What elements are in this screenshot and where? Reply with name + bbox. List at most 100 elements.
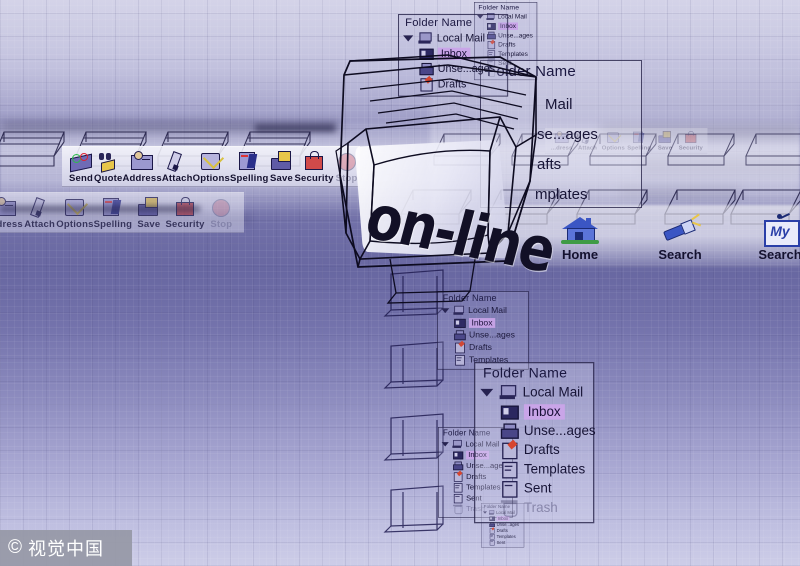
save-icon [657, 130, 673, 144]
folder-panel-header: Folder Name [477, 4, 533, 12]
toolbar-button-send[interactable]: Send [68, 150, 94, 184]
quote-icon [95, 150, 121, 172]
browser-nav-bar[interactable]: Home Search My Search [545, 215, 800, 262]
toolbar-label: Quote [94, 173, 122, 184]
folder-item-trash: Trash [524, 500, 558, 515]
toolbar-button-options[interactable]: Options [193, 150, 230, 184]
folder-root-label: Local Mail [468, 305, 507, 315]
folder-item-templates[interactable]: Templates [524, 461, 585, 476]
options-check-icon [198, 150, 224, 172]
inbox-icon [454, 318, 465, 327]
toolbar-label: Attach [162, 173, 193, 184]
my-search-icon: My [758, 215, 800, 245]
disclosure-triangle-icon[interactable] [441, 308, 449, 313]
disclosure-triangle-icon[interactable] [480, 388, 493, 396]
folder-item-sent[interactable]: Sent [497, 540, 506, 545]
templates-icon [501, 462, 518, 476]
folder-item-drafts[interactable]: Drafts [469, 342, 492, 352]
toolbar-button-attach[interactable]: Attach [162, 150, 193, 184]
trash-icon [501, 500, 518, 514]
toolbar-label: Attach [23, 219, 56, 230]
outbox-icon [501, 423, 518, 437]
watermark-copyright: © [8, 537, 22, 559]
toolbar2-button-save[interactable]: Save [132, 196, 165, 230]
compose-toolbar[interactable]: Send Quote Address Attach Options Spelli… [62, 146, 360, 187]
computer-icon [453, 306, 464, 315]
computer-icon [452, 440, 461, 448]
screenshot-canvas: Send Quote Address Attach Options Spelli… [0, 0, 800, 566]
folder-item-drafts[interactable]: Drafts [524, 442, 560, 457]
computer-icon [500, 385, 517, 399]
toolbar-label: Save [132, 219, 165, 230]
nav-label-search: Search [645, 247, 715, 262]
drafts-icon [453, 472, 462, 480]
toolbar-label: Stop [205, 219, 238, 230]
watermark-text: 视觉中国 [28, 535, 104, 561]
disclosure-triangle-icon[interactable] [403, 35, 413, 41]
sent-icon [453, 494, 462, 502]
toolbar-button-spelling[interactable]: Spelling [230, 150, 269, 184]
toolbar-label: Options [193, 173, 230, 184]
toolbar-button-save[interactable]: Save [269, 150, 295, 184]
templates-icon [454, 355, 465, 364]
templates-icon [489, 534, 494, 538]
nav-label-my-search: Search [745, 247, 800, 262]
my-badge-label: My [758, 223, 800, 239]
toolbar-button-security[interactable]: Security [295, 150, 334, 184]
toolbar-label: Spelling [94, 219, 133, 230]
folder-item-templates[interactable]: Templates [497, 534, 516, 539]
toolbar2-button-address[interactable]: ...dress [0, 196, 23, 230]
disclosure-triangle-icon[interactable] [442, 442, 449, 446]
toolbar2-button-security[interactable]: Security [166, 196, 205, 230]
toolbar-label: Security [678, 145, 704, 152]
folder-panel-header: Folder Name [403, 17, 501, 30]
toolbar-label: Send [68, 173, 94, 184]
templates-icon [453, 483, 462, 491]
stop-icon [208, 196, 234, 218]
toolbar-label: Spelling [230, 173, 269, 184]
toolbar-label: ...dress [0, 219, 23, 230]
folder-item-inbox[interactable]: Inbox [524, 404, 565, 419]
computer-icon [418, 32, 431, 43]
drafts-icon [501, 443, 518, 457]
folder-item-unsent[interactable]: Unse...ages [524, 423, 596, 438]
toolbar-label: Address [122, 173, 161, 184]
toolbar2-button-options[interactable]: Options [56, 196, 93, 230]
nav-button-my-search[interactable]: My Search [745, 215, 800, 262]
save-icon [269, 150, 295, 172]
folder-item-sent[interactable]: Sent [524, 480, 552, 495]
security-lock-icon [683, 130, 699, 144]
folder-item-inbox[interactable]: Inbox [469, 318, 495, 328]
toolbar-label: Save [652, 145, 678, 152]
outbox-icon [454, 330, 465, 339]
security-lock-icon [301, 150, 327, 172]
folder-root-label: Local Mail [523, 384, 584, 399]
toolbar-label: Save [269, 173, 295, 184]
toolbar2-button-attach[interactable]: Attach [23, 196, 56, 230]
toolbar-button-quote[interactable]: Quote [94, 150, 122, 184]
folder-item-drafts[interactable]: Drafts [497, 528, 508, 533]
inbox-icon [501, 404, 518, 418]
central-monitor: on-line [330, 55, 580, 305]
drafts-icon [489, 528, 494, 532]
toolbar-button-address[interactable]: Address [122, 150, 161, 184]
smear-right-2 [640, 155, 800, 175]
ghost-button-save: Save [652, 130, 678, 151]
address-book-icon [129, 150, 155, 172]
toolbar2-button-spelling[interactable]: Spelling [94, 196, 133, 230]
toolbar-label: Security [166, 219, 205, 230]
toolbar-label: Options [56, 219, 93, 230]
send-icon [68, 150, 94, 172]
folder-item-unsent[interactable]: Unse...ages [469, 330, 515, 340]
folder-root-label: Local Mail [437, 32, 485, 44]
folder-panel-header: Folder Name [480, 366, 585, 383]
flashlight-search-icon [658, 215, 702, 245]
drafts-icon [454, 343, 465, 352]
sent-icon [489, 540, 494, 544]
spelling-icon [236, 150, 262, 172]
nav-button-search[interactable]: Search [645, 215, 715, 262]
folder-panel-main[interactable]: Folder Name Local Mail Inbox Unse...ages… [474, 362, 594, 523]
sent-icon [501, 481, 518, 495]
compose-toolbar-secondary[interactable]: ...dress Attach Options Spelling Save Se… [0, 192, 244, 233]
toolbar-label: Security [295, 173, 334, 184]
